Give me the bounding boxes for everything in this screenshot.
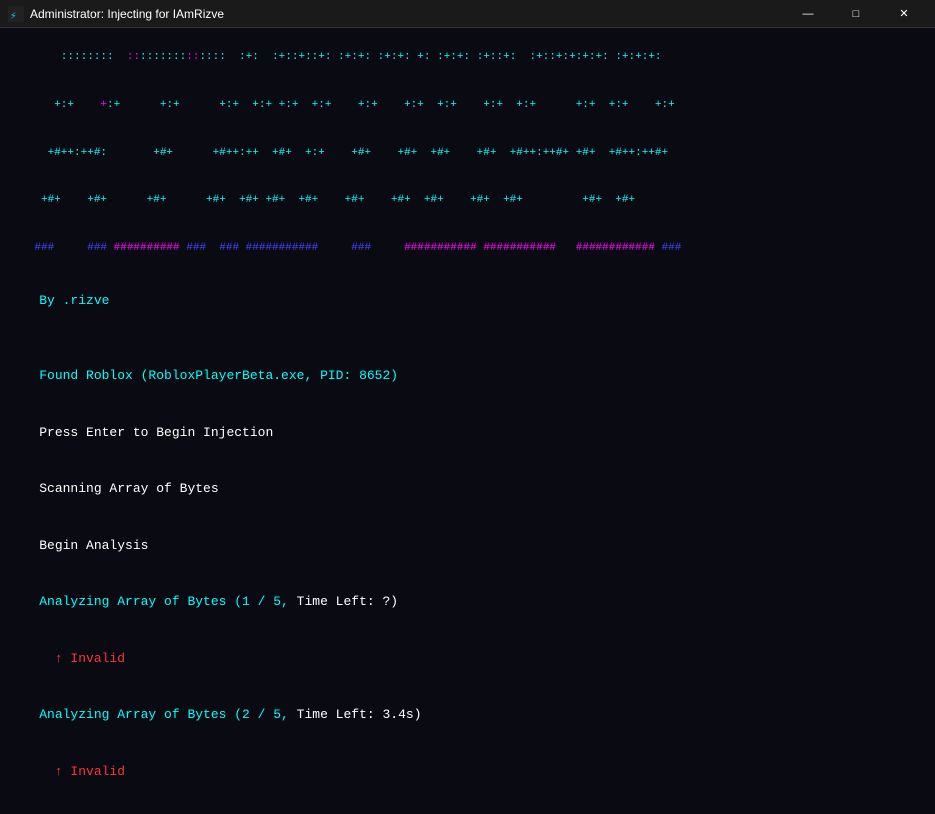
press-enter-line: Press Enter to Begin Injection <box>8 405 927 462</box>
invalid-2: ↑ Invalid <box>8 744 927 801</box>
minimize-button[interactable]: — <box>785 4 831 24</box>
title-bar-title: Administrator: Injecting for IAmRizve <box>30 7 224 21</box>
terminal: :::::::: ::::::::::::::: :+: :+::+::+: :… <box>0 28 935 814</box>
title-bar-left: ⚡ Administrator: Injecting for IAmRizve <box>8 6 224 22</box>
blank-line-1 <box>8 330 927 349</box>
analyzing-1-5: Analyzing Array of Bytes (1 / 5, Time Le… <box>8 575 927 632</box>
by-line: By .rizve <box>8 273 927 330</box>
analyzing-2-5: Analyzing Array of Bytes (2 / 5, Time Le… <box>8 688 927 745</box>
art-line-2: +:+ +:+ +:+ +:+ +:+ +:+ +:+ +:+ +:+ +:+ … <box>8 82 927 130</box>
begin-analysis-1: Begin Analysis <box>8 518 927 575</box>
found-roblox-line: Found Roblox (RobloxPlayerBeta.exe, PID:… <box>8 348 927 405</box>
analyzing-3-5: Analyzing Array of Bytes (3 / 5, Time Le… <box>8 801 927 814</box>
app-icon: ⚡ <box>8 6 24 22</box>
svg-text:⚡: ⚡ <box>10 11 17 22</box>
invalid-1: ↑ Invalid <box>8 631 927 688</box>
title-bar-controls: — □ ✕ <box>785 4 927 24</box>
title-bar: ⚡ Administrator: Injecting for IAmRizve … <box>0 0 935 28</box>
scanning-bytes-1: Scanning Array of Bytes <box>8 462 927 519</box>
art-line-4: +#+ +#+ +#+ +#+ +#+ +#+ +#+ +#+ +#+ +#+ … <box>8 177 927 225</box>
art-line-5: ### ### ########## ### ### ########### #… <box>8 225 927 273</box>
art-line-3: +#++:++#: +#+ +#++:++ +#+ +:+ +#+ +#+ +#… <box>8 130 927 178</box>
maximize-button[interactable]: □ <box>833 4 879 24</box>
art-line-1: :::::::: ::::::::::::::: :+: :+::+::+: :… <box>8 34 927 82</box>
close-button[interactable]: ✕ <box>881 4 927 24</box>
